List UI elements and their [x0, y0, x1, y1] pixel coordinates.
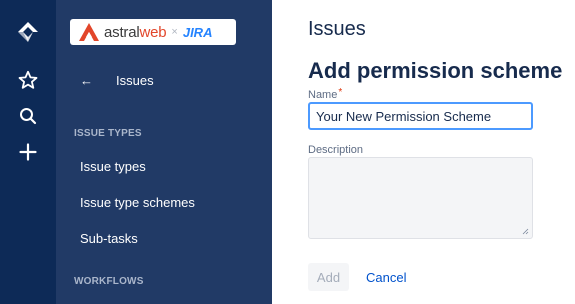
description-textarea[interactable]: [308, 157, 533, 239]
jira-logo-icon[interactable]: [14, 18, 42, 46]
brand-name: astralweb: [104, 23, 167, 41]
plus-icon[interactable]: [14, 138, 42, 166]
page-breadcrumb: Issues: [308, 18, 366, 40]
page-title: Add permission scheme: [308, 58, 563, 83]
name-input[interactable]: [308, 102, 533, 130]
project-sidebar: astralweb × JIRA ← Issues ISSUE TYPES Is…: [56, 0, 272, 304]
resize-handle-icon[interactable]: [522, 228, 529, 235]
star-icon[interactable]: [14, 66, 42, 94]
add-button[interactable]: Add: [308, 263, 349, 291]
section-heading-issue-types: ISSUE TYPES: [74, 128, 142, 139]
back-link-label: Issues: [116, 72, 154, 88]
section-heading-workflows: WORKFLOWS: [74, 276, 144, 287]
global-nav-rail: [0, 0, 56, 304]
jira-wordmark: JIRA: [182, 24, 213, 40]
sidebar-item-issue-types[interactable]: Issue types: [80, 159, 146, 174]
sidebar-item-sub-tasks[interactable]: Sub-tasks: [80, 231, 138, 246]
main-content: Issues Add permission scheme Name* Descr…: [272, 0, 575, 304]
required-marker: *: [338, 87, 343, 98]
name-field-label: Name*: [308, 87, 343, 101]
times-separator: ×: [171, 26, 178, 38]
astralweb-jira-logo[interactable]: astralweb × JIRA: [70, 19, 236, 45]
sidebar-item-issue-type-schemes[interactable]: Issue type schemes: [80, 195, 195, 210]
description-field-label: Description: [308, 144, 364, 156]
back-arrow-icon: ←: [80, 72, 93, 88]
back-to-issues-link[interactable]: ← Issues: [80, 70, 154, 90]
search-icon[interactable]: [14, 102, 42, 130]
astralweb-logo-icon: [79, 23, 99, 41]
cancel-button[interactable]: Cancel: [366, 263, 406, 291]
